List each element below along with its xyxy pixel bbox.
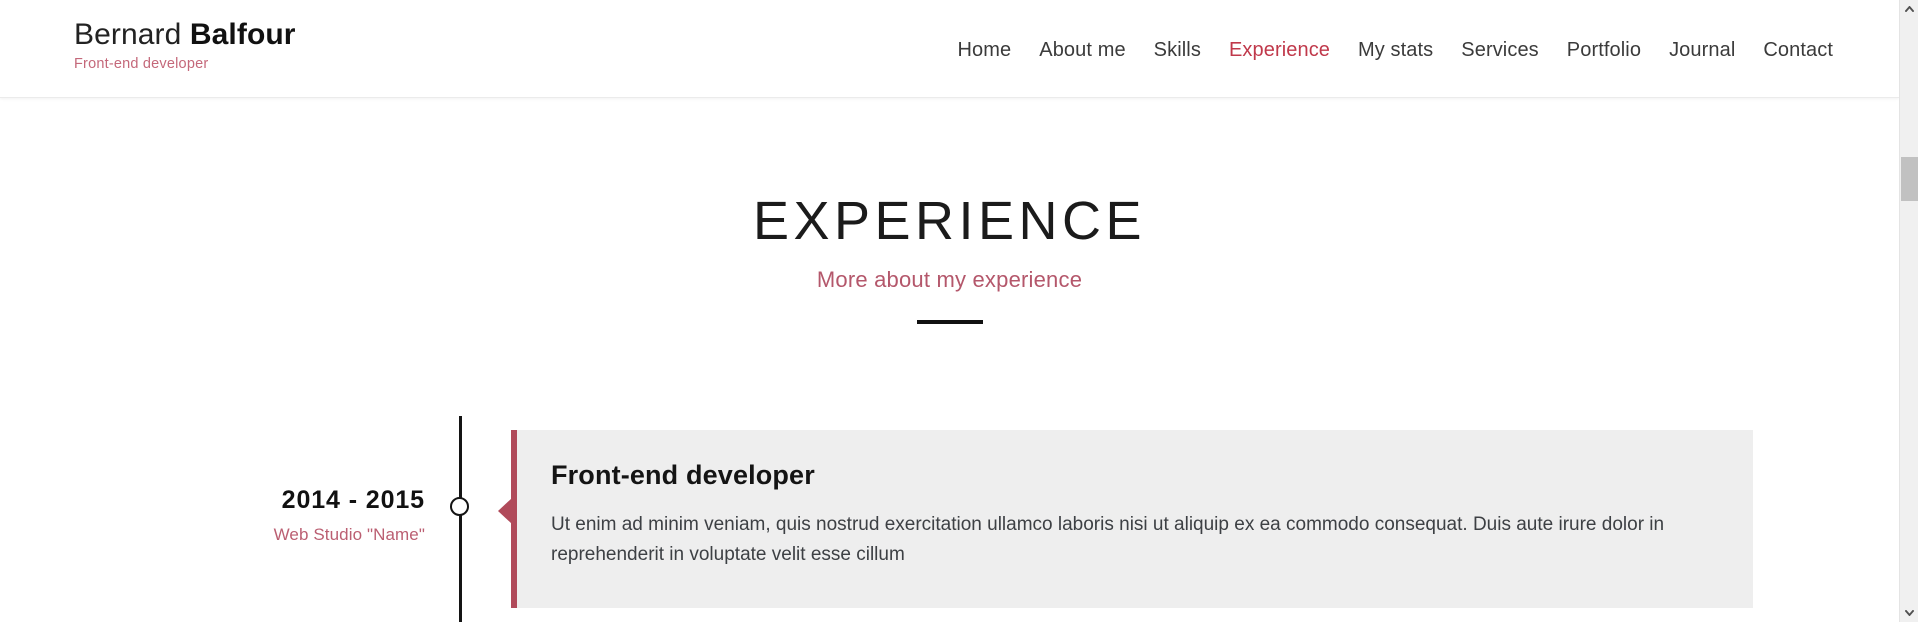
- timeline-entry-date: 2014 - 2015: [281, 486, 425, 514]
- timeline-entry-company: Web Studio "Name": [273, 525, 425, 544]
- nav-item-journal[interactable]: Journal: [1655, 38, 1749, 62]
- scrollbar-down-arrow-button[interactable]: [1900, 604, 1918, 622]
- brand-last-name: Balfour: [189, 18, 296, 51]
- page-viewport: Bernard Balfour Front-end developer Home…: [0, 0, 1899, 622]
- vertical-scrollbar[interactable]: [1899, 0, 1918, 622]
- page-subtitle: More about my experience: [816, 267, 1083, 292]
- timeline-entry-title: Front-end developer: [551, 460, 815, 490]
- nav-item-services[interactable]: Services: [1447, 38, 1553, 62]
- timeline-entry-card[interactable]: Front-end developer Ut enim ad minim ven…: [498, 430, 1753, 608]
- timeline-entry-description: Ut enim ad minim veniam, quis nostrud ex…: [551, 514, 1665, 565]
- section-header: EXPERIENCE More about my experience: [0, 98, 1899, 324]
- main-nav: Home About me Skills Experience My stats…: [944, 38, 1833, 62]
- browser-page: Bernard Balfour Front-end developer Home…: [0, 0, 1918, 622]
- chevron-down-icon: [1905, 610, 1914, 616]
- brand-role: Front-end developer: [74, 56, 209, 72]
- nav-item-skills[interactable]: Skills: [1140, 38, 1215, 62]
- nav-item-home[interactable]: Home: [944, 38, 1026, 62]
- page-title: EXPERIENCE: [752, 191, 1147, 251]
- card-pointer-arrow-icon: [498, 498, 512, 524]
- chevron-up-icon: [1905, 6, 1914, 12]
- nav-item-contact[interactable]: Contact: [1749, 38, 1833, 62]
- brand-name: Bernard Balfour: [74, 17, 296, 53]
- brand-logo[interactable]: Bernard Balfour Front-end developer: [74, 17, 296, 73]
- timeline-node-marker: [450, 497, 469, 516]
- timeline-entry-meta: 2014 - 2015 Web Studio "Name": [130, 485, 425, 546]
- scrollbar-up-arrow-button[interactable]: [1900, 0, 1918, 18]
- site-header: Bernard Balfour Front-end developer Home…: [0, 0, 1899, 98]
- title-divider: [916, 320, 983, 324]
- experience-timeline: 2014 - 2015 Web Studio "Name" Front-end …: [0, 410, 1899, 622]
- nav-item-my-stats[interactable]: My stats: [1344, 38, 1447, 62]
- brand-first-name: Bernard: [74, 18, 182, 51]
- timeline-entry: 2014 - 2015 Web Studio "Name" Front-end …: [0, 410, 1899, 622]
- nav-item-experience[interactable]: Experience: [1215, 38, 1344, 62]
- nav-item-portfolio[interactable]: Portfolio: [1553, 38, 1655, 62]
- scrollbar-thumb[interactable]: [1901, 157, 1918, 201]
- nav-item-about-me[interactable]: About me: [1025, 38, 1139, 62]
